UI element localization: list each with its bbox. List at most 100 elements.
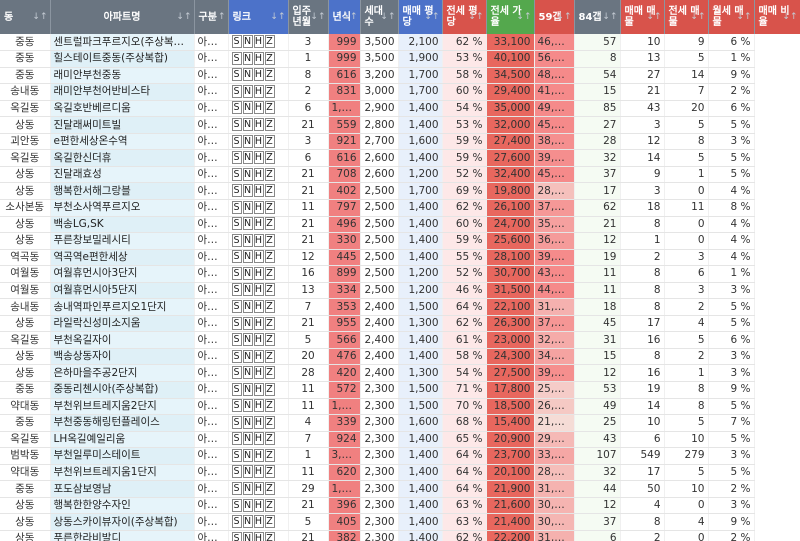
cell-apt-name[interactable]: 진달래효성 [50,166,195,184]
link-s-button[interactable]: S [231,316,242,330]
link-h-button[interactable]: H [253,118,264,131]
link-h-button[interactable]: H [253,134,264,148]
link-n-button[interactable]: N [242,283,253,297]
link-s-button[interactable]: S [231,184,242,198]
cell-apt-name[interactable]: 힐스테이트중동(주상복합) [50,50,195,68]
link-z-button[interactable]: Z [264,134,275,148]
col-header-type[interactable]: 구분 ↓↑ [194,0,229,34]
link-s-button[interactable]: S [231,250,242,264]
sort-icon[interactable]: ↓↑ [380,12,395,23]
link-z-button[interactable]: Z [264,316,275,330]
link-z-button[interactable]: Z [264,35,275,49]
table-row[interactable]: 상동 백송상동자이 아파트 S N H Z 20 476 2,400 1,400 58 % 24,300… [0,348,800,366]
link-n-button[interactable]: N [242,101,253,115]
link-h-button[interactable]: H [253,498,264,512]
table-row[interactable]: 상동 행복한한양수자인 아파트 S N H Z 21 396 2,300 1,400 63 % 21,6… [0,497,800,515]
link-h-button[interactable]: H [253,51,264,65]
table-row[interactable]: 상동 상동스카이뷰자이(주상복합) 아파트 S N H Z 5 405 2,300 1,400 63 … [0,513,800,531]
link-s-button[interactable]: S [231,200,242,214]
link-n-button[interactable]: N [242,200,253,214]
cell-apt-name[interactable]: 래미안부천중동 [50,67,195,85]
link-z-button[interactable]: Z [264,101,275,115]
cell-apt-name[interactable]: 백송상동자이 [50,348,195,366]
cell-apt-name[interactable]: 푸른창보밀레시티 [50,232,195,250]
link-n-button[interactable]: N [242,233,253,247]
table-row[interactable]: 약대동 부천위브트레지움2단지 아파트 S N H Z 11 1,013 2,300 1,500 70… [0,398,800,416]
link-z-button[interactable]: Z [264,167,275,181]
table-row[interactable]: 옥길동 부천옥길자이 아파트 S N H Z 5 566 2,400 1,400 61 % 23,000… [0,331,800,349]
link-n-button[interactable]: N [242,84,253,98]
link-z-button[interactable]: Z [264,531,275,541]
link-n-button[interactable]: N [242,184,253,198]
table-row[interactable]: 중동 힐스테이트중동(주상복합) 아파트 S N H Z 1 999 3,500 1,900 53 %… [0,50,800,68]
link-n-button[interactable]: N [242,415,253,429]
link-s-button[interactable]: S [231,134,242,148]
table-row[interactable]: 역곡동 역곡역e편한세상 아파트 S N H Z 12 445 2,500 1,400 55 % 28,… [0,249,800,267]
link-z-button[interactable]: Z [264,84,275,98]
cell-apt-name[interactable]: 역곡역e편한세상 [50,249,195,267]
table-row[interactable]: 중동 중동리첸시아(주상복합) 아파트 S N H Z 11 572 2,300 1,500 71 %… [0,381,800,399]
link-n-button[interactable]: N [242,333,253,347]
col-header-dong[interactable]: 동 ↓↑ [0,0,51,34]
sort-icon[interactable]: ↓↑ [310,12,325,23]
table-row[interactable]: 상동 진달래써미트빌 아파트 S N H Z 21 559 2,800 1,400 53 % 32,00… [0,116,800,134]
col-header-jeonse-count[interactable]: 전세 매물 ↓↑ [664,0,709,34]
cell-apt-name[interactable]: 부천위브트레지움1단지 [50,464,195,482]
sort-icon[interactable]: ↓↑ [646,12,661,23]
link-z-button[interactable]: Z [264,465,275,479]
link-h-button[interactable]: H [253,200,264,214]
link-z-button[interactable]: Z [264,482,275,496]
cell-apt-name[interactable]: 래미안부천어반비스타 [50,83,195,101]
link-n-button[interactable]: N [242,35,253,49]
sort-icon[interactable]: ↓↑ [424,12,439,23]
link-n-button[interactable]: N [242,515,253,529]
link-n-button[interactable]: N [242,167,253,181]
table-row[interactable]: 약대동 부천위브트레지움1단지 아파트 S N H Z 11 620 2,300 1,400 64 %… [0,464,800,482]
col-header-jeonse-py[interactable]: 전세 평당 ↓↑ [442,0,487,34]
link-s-button[interactable]: S [231,333,242,347]
sort-icon[interactable]: ↓↑ [342,12,357,23]
link-s-button[interactable]: S [231,101,242,115]
link-h-button[interactable]: H [253,283,264,297]
link-h-button[interactable]: H [253,300,264,314]
link-n-button[interactable]: N [242,151,253,165]
cell-apt-name[interactable]: 포도삼보영남 [50,480,195,498]
link-s-button[interactable]: S [231,531,242,541]
table-row[interactable]: 중동 래미안부천중동 아파트 S N H Z 8 616 3,200 1,700 58 % 34,500… [0,67,800,85]
link-s-button[interactable]: S [231,498,242,512]
cell-apt-name[interactable]: 백송LG,SK [50,216,195,234]
link-z-button[interactable]: Z [264,200,275,214]
sort-icon[interactable]: ↓↑ [176,12,191,23]
cell-apt-name[interactable]: 부천소사역푸르지오 [50,199,195,217]
link-z-button[interactable]: Z [264,250,275,264]
cell-apt-name[interactable]: LH옥길예일리움 [50,431,195,449]
link-z-button[interactable]: Z [264,51,275,65]
link-z-button[interactable]: Z [264,300,275,314]
table-row[interactable]: 옥길동 LH옥길예일리움 아파트 S N H Z 7 924 2,300 1,400 65 % 20,9… [0,431,800,449]
col-header-apt[interactable]: 아파트명 ↓↑ [50,0,195,34]
cell-apt-name[interactable]: 상동스카이뷰자이(주상복합) [50,513,195,531]
table-row[interactable]: 중동 센트럴파크푸르지오(주상복… 아파트 S N H Z 3 999 3,500 2,100 62 … [0,34,800,52]
table-row[interactable]: 중동 부천중동해링턴플레이스 아파트 S N H Z 4 339 2,300 1,600 68 % 15… [0,414,800,432]
sort-icon[interactable]: ↓↑ [270,12,285,23]
link-h-button[interactable]: H [253,482,264,496]
link-z-button[interactable]: Z [264,151,275,165]
table-row[interactable]: 상동 행복한서해그랑블 아파트 S N H Z 21 402 2,500 1,700 69 % 19,8… [0,182,800,200]
cell-apt-name[interactable]: 부천중동해링턴플레이스 [50,414,195,432]
link-s-button[interactable]: S [231,482,242,496]
link-s-button[interactable]: S [231,448,242,462]
link-h-button[interactable]: H [253,167,264,181]
cell-apt-name[interactable]: 부천옥길자이 [50,331,195,349]
col-header-sale-count[interactable]: 매매 매물 ↓↑ [620,0,665,34]
link-s-button[interactable]: S [231,300,242,314]
link-s-button[interactable]: S [231,35,242,49]
link-z-button[interactable]: Z [264,366,275,380]
link-n-button[interactable]: N [242,266,253,280]
cell-apt-name[interactable]: 진달래써미트빌 [50,116,195,134]
link-h-button[interactable]: H [253,250,264,264]
link-z-button[interactable]: Z [264,68,275,82]
link-h-button[interactable]: H [253,316,264,330]
link-s-button[interactable]: S [231,382,242,396]
link-n-button[interactable]: N [242,349,253,363]
cell-apt-name[interactable]: 라일락신성미소지움 [50,315,195,333]
